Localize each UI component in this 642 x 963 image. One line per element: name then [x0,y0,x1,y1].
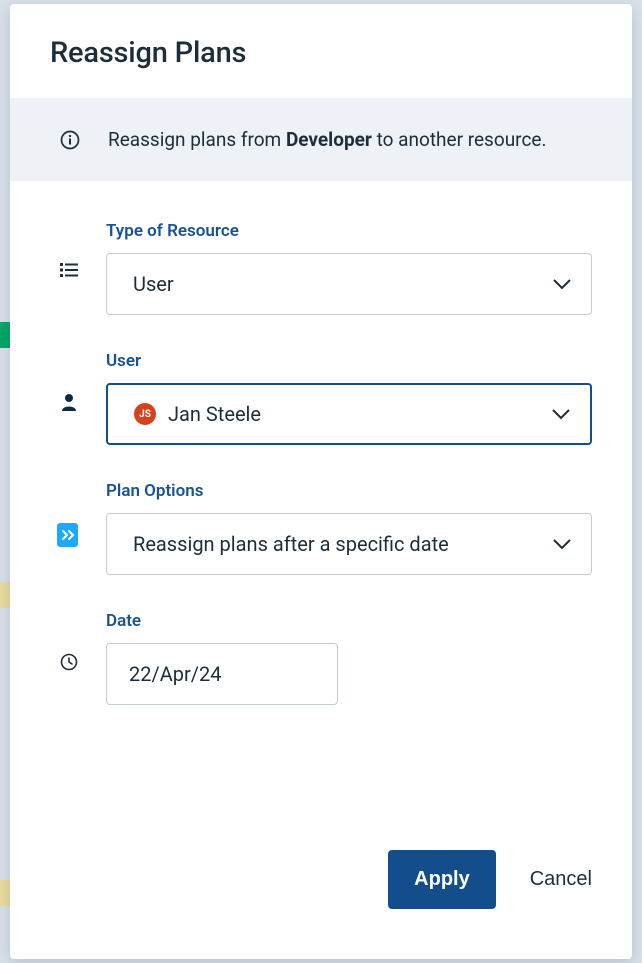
plan-options-select[interactable]: Reassign plans after a specific date [106,513,592,575]
dialog-header: Reassign Plans [10,4,632,98]
date-value: 22/Apr/24 [129,662,222,686]
chevron-down-icon [552,409,570,420]
form-body: Type of Resource User User [10,181,632,850]
resource-type-value: User [133,272,553,296]
user-icon [60,393,78,411]
dialog-footer: Apply Cancel [10,850,632,959]
user-value: Jan Steele [168,402,552,426]
apply-button[interactable]: Apply [388,850,496,909]
info-text: Reassign plans from Developer to another… [108,124,546,155]
info-banner: Reassign plans from Developer to another… [10,98,632,181]
list-icon [60,263,78,277]
reassign-plans-dialog: Reassign Plans Reassign plans from Devel… [10,4,632,959]
plan-options-value: Reassign plans after a specific date [133,532,553,556]
user-avatar: JS [134,403,156,425]
info-text-role: Developer [286,128,372,151]
user-row: User JS Jan Steele [60,351,592,445]
info-icon [60,130,80,150]
info-text-suffix: to another resource. [372,128,547,151]
clock-icon [60,653,78,671]
date-label: Date [106,611,592,631]
info-text-prefix: Reassign plans from [108,128,286,151]
resource-type-row: Type of Resource User [60,221,592,315]
date-row: Date 22/Apr/24 [60,611,592,705]
date-input[interactable]: 22/Apr/24 [106,643,338,705]
dialog-title: Reassign Plans [50,36,592,70]
chevron-down-icon [553,539,571,550]
resource-type-select[interactable]: User [106,253,592,315]
user-label: User [106,351,592,371]
plan-options-row: Plan Options Reassign plans after a spec… [60,481,592,575]
chevron-down-icon [553,279,571,290]
resource-type-label: Type of Resource [106,221,592,241]
cancel-button[interactable]: Cancel [530,868,592,891]
user-select[interactable]: JS Jan Steele [106,383,592,445]
plan-options-icon [60,523,78,547]
plan-options-label: Plan Options [106,481,592,501]
